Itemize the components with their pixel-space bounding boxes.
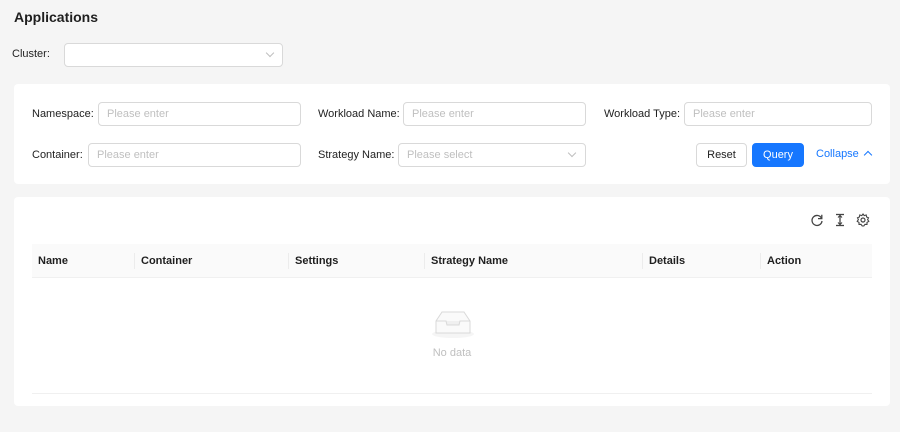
collapse-link[interactable]: Collapse [816,148,873,160]
cluster-label: Cluster: [12,48,50,60]
workload-name-label: Workload Name: [318,108,400,120]
strategy-name-label: Strategy Name: [318,149,395,161]
column-header-details: Details [649,255,686,267]
filter-panel: Namespace: Please enter Workload Name: P… [14,84,890,184]
table-bottom-divider [32,393,872,394]
column-header-container: Container [141,255,193,267]
chevron-down-icon [265,48,275,58]
cluster-select[interactable] [64,43,283,67]
chevron-down-icon [567,148,577,158]
namespace-label: Namespace: [32,108,94,120]
column-header-settings: Settings [295,255,339,267]
collapse-label: Collapse [816,148,859,160]
column-divider [424,253,425,269]
query-button[interactable]: Query [752,143,804,167]
column-divider [642,253,643,269]
column-divider [760,253,761,269]
table-panel: Name Container Settings Strategy Name De… [14,197,890,406]
empty-inbox-icon [432,311,474,338]
workload-name-input[interactable]: Please enter [403,102,586,126]
reload-icon[interactable] [810,213,824,227]
column-header-action: Action [767,255,802,267]
strategy-name-placeholder: Please select [407,149,473,161]
density-icon[interactable] [833,213,847,227]
column-header-strategy-name: Strategy Name [431,255,509,267]
table-header: Name Container Settings Strategy Name De… [32,244,872,278]
container-input[interactable]: Please enter [88,143,301,167]
column-divider [134,253,135,269]
reset-button[interactable]: Reset [696,143,747,167]
workload-type-label: Workload Type: [604,108,681,120]
workload-type-input[interactable]: Please enter [684,102,872,126]
column-header-name: Name [38,255,68,267]
empty-state-text: No data [432,347,472,359]
settings-icon[interactable] [856,213,870,227]
page-title: Applications [14,9,99,25]
namespace-input[interactable]: Please enter [98,102,301,126]
container-label: Container: [32,149,83,161]
strategy-name-select[interactable]: Please select [398,143,586,167]
chevron-up-icon [863,150,873,160]
column-divider [288,253,289,269]
